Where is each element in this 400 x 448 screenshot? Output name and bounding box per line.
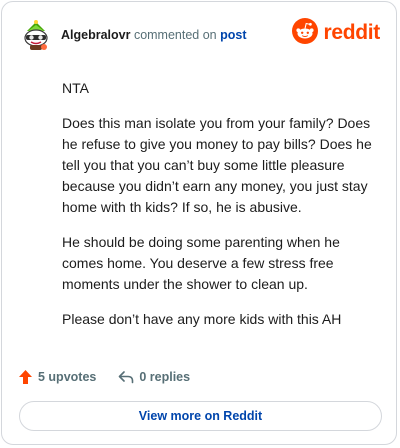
comment-body: NTA Does this man isolate you from your … <box>62 78 378 344</box>
upvote-button[interactable]: 5 upvotes <box>18 369 96 385</box>
reply-arrow-icon <box>119 371 134 384</box>
reply-count: 0 replies <box>139 370 191 384</box>
upvote-count: 5 upvotes <box>38 370 97 384</box>
reddit-logo-icon <box>292 17 319 49</box>
comment-header: Algebralovr commented on post reddit <box>20 17 380 53</box>
comment-embed-card: Algebralovr commented on post reddit NTA… <box>1 1 397 445</box>
byline-action-text: commented on <box>130 28 221 42</box>
comment-paragraph: He should be doing some parenting when h… <box>62 234 340 292</box>
replies-button[interactable]: 0 replies <box>118 370 190 384</box>
comment-paragraph: Please don’t have any more kids with thi… <box>62 311 342 327</box>
snoo-avatar-icon[interactable] <box>20 19 52 51</box>
username-link[interactable]: Algebralovr <box>61 28 130 42</box>
post-link[interactable]: post <box>220 28 246 42</box>
comment-stats: 5 upvotes 0 replies <box>18 367 190 387</box>
reddit-brand-link[interactable]: reddit <box>292 17 380 49</box>
comment-paragraph: Does this man isolate you from your fami… <box>62 115 372 215</box>
comment-byline: Algebralovr commented on post <box>61 28 247 42</box>
upvote-arrow-icon <box>19 370 32 384</box>
reddit-wordmark: reddit <box>323 21 380 44</box>
view-more-button[interactable]: View more on Reddit <box>19 401 382 431</box>
comment-paragraph: NTA <box>62 80 89 96</box>
